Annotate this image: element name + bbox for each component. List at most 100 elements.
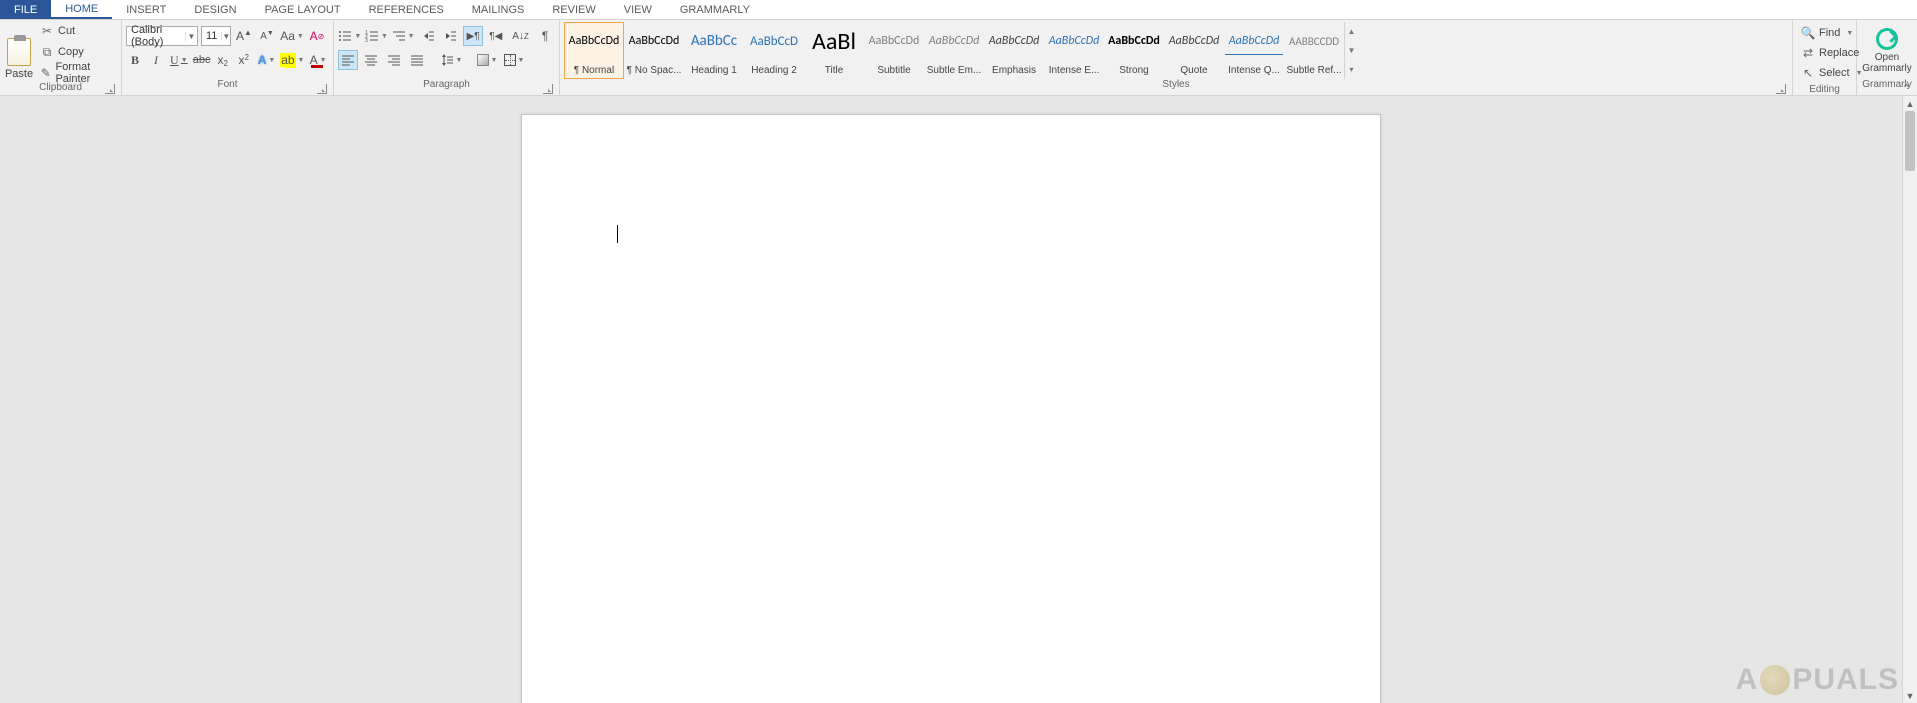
open-grammarly-button[interactable]: OpenGrammarly bbox=[1861, 22, 1913, 79]
multilevel-list-button[interactable]: ▼ bbox=[391, 26, 415, 46]
styles-row-up[interactable]: ▲ bbox=[1345, 22, 1358, 41]
font-color-button[interactable]: A▼ bbox=[307, 50, 329, 70]
scroll-down-button[interactable]: ▼ bbox=[1903, 688, 1917, 703]
copy-button[interactable]: ⧉ Copy bbox=[38, 43, 117, 61]
style-subtitle[interactable]: AaBbCcDdSubtitle bbox=[864, 22, 924, 79]
style-preview: AaBbCc bbox=[685, 27, 743, 55]
tab-insert[interactable]: INSERT bbox=[112, 0, 180, 19]
grammarly-icon bbox=[1876, 28, 1898, 50]
rtl-direction-button[interactable]: ¶◀ bbox=[486, 26, 506, 46]
watermark-text-b: PUALS bbox=[1792, 663, 1899, 697]
style-subtle-ref[interactable]: AABBCCDDSubtle Ref... bbox=[1284, 22, 1344, 79]
style-preview: AaBbCcDd bbox=[1045, 27, 1103, 55]
justify-button[interactable] bbox=[407, 50, 427, 70]
styles-more-control: ▲▼▾ bbox=[1344, 22, 1358, 79]
style-no-spac[interactable]: AaBbCcDd¶ No Spac... bbox=[624, 22, 684, 79]
line-spacing-button[interactable]: ▼ bbox=[439, 50, 463, 70]
numbering-button[interactable]: 123▼ bbox=[365, 26, 389, 46]
styles-expand[interactable]: ▾ bbox=[1345, 60, 1358, 79]
style-name-label: Quote bbox=[1180, 65, 1207, 76]
tab-references[interactable]: REFERENCES bbox=[355, 0, 458, 19]
style-name-label: Subtle Em... bbox=[927, 65, 981, 76]
borders-button[interactable]: ▼ bbox=[502, 50, 526, 70]
cut-button[interactable]: ✂Cut bbox=[38, 22, 117, 40]
style-intense-q[interactable]: AaBbCcDdIntense Q... bbox=[1224, 22, 1284, 79]
svg-text:3: 3 bbox=[365, 38, 368, 43]
style-strong[interactable]: AaBbCcDdStrong bbox=[1104, 22, 1164, 79]
bullets-button[interactable]: ▼ bbox=[338, 26, 362, 46]
ltr-direction-button[interactable]: ▶¶ bbox=[463, 26, 483, 46]
style-name-label: Intense E... bbox=[1049, 65, 1100, 76]
superscript-button[interactable]: x2 bbox=[235, 50, 253, 70]
tab-view[interactable]: VIEW bbox=[610, 0, 666, 19]
change-case-button[interactable]: Aa▼ bbox=[280, 26, 304, 46]
increase-indent-button[interactable] bbox=[441, 26, 461, 46]
scissors-icon: ✂ bbox=[40, 24, 54, 38]
replace-button[interactable]: ⇄Replace bbox=[1801, 44, 1863, 62]
text-cursor bbox=[617, 225, 618, 243]
italic-button[interactable]: I bbox=[147, 50, 165, 70]
format-painter-button[interactable]: ✎Format Painter bbox=[38, 64, 117, 82]
bold-button[interactable]: B bbox=[126, 50, 144, 70]
decrease-indent-button[interactable] bbox=[418, 26, 438, 46]
document-area bbox=[0, 96, 1902, 703]
style-heading-2[interactable]: AaBbCcDHeading 2 bbox=[744, 22, 804, 79]
clear-formatting-button[interactable]: A⊘ bbox=[307, 26, 327, 46]
paste-button[interactable]: Paste bbox=[4, 22, 34, 82]
style-title[interactable]: AaBlTitle bbox=[804, 22, 864, 79]
tab-design[interactable]: DESIGN bbox=[180, 0, 250, 19]
style-preview: AaBbCcDd bbox=[1225, 27, 1283, 55]
style-name-label: Subtitle bbox=[877, 65, 910, 76]
style-preview: AaBbCcDd bbox=[1105, 27, 1163, 55]
font-size-combo[interactable]: 11▼ bbox=[201, 26, 231, 46]
tab-file[interactable]: FILE bbox=[0, 0, 51, 19]
document-page[interactable] bbox=[521, 114, 1381, 703]
ribbon: Paste ✂Cut ⧉Copy ✎Format Painter Clipboa… bbox=[0, 20, 1917, 96]
subscript-button[interactable]: x2 bbox=[214, 50, 232, 70]
style-subtle-em[interactable]: AaBbCcDdSubtle Em... bbox=[924, 22, 984, 79]
scroll-up-button[interactable]: ▲ bbox=[1903, 96, 1917, 111]
text-effects-button[interactable]: A▼ bbox=[256, 50, 278, 70]
clipboard-dialog-launcher[interactable] bbox=[105, 84, 115, 94]
style-intense-e[interactable]: AaBbCcDd Intense E... bbox=[1044, 22, 1104, 79]
grammarly-open-line2: Grammarly bbox=[1862, 63, 1911, 74]
style-heading-1[interactable]: AaBbCcHeading 1 bbox=[684, 22, 744, 79]
style-emphasis[interactable]: AaBbCcDdEmphasis bbox=[984, 22, 1044, 79]
font-dialog-launcher[interactable] bbox=[317, 84, 327, 94]
tab-review[interactable]: REVIEW bbox=[538, 0, 609, 19]
grow-font-button[interactable]: A▲ bbox=[234, 26, 254, 46]
underline-button[interactable]: U▼ bbox=[168, 50, 190, 70]
tab-page-layout[interactable]: PAGE LAYOUT bbox=[251, 0, 355, 19]
find-icon: 🔍 bbox=[1801, 26, 1815, 40]
align-right-button[interactable] bbox=[384, 50, 404, 70]
font-size-value: 11 bbox=[202, 30, 221, 42]
vertical-scrollbar[interactable]: ▲ ▼ bbox=[1902, 96, 1917, 703]
sort-button[interactable]: A↓Z bbox=[509, 26, 533, 46]
shading-button[interactable]: ▼ bbox=[475, 50, 499, 70]
style-preview: AaBbCcDd bbox=[565, 27, 623, 55]
style-normal[interactable]: AaBbCcDd¶ Normal bbox=[564, 22, 624, 79]
font-group-label: Font bbox=[126, 79, 329, 95]
styles-dialog-launcher[interactable] bbox=[1776, 84, 1786, 94]
align-left-button[interactable] bbox=[338, 50, 358, 70]
font-name-combo[interactable]: Calibri (Body)▼ bbox=[126, 26, 198, 46]
copy-label: Copy bbox=[58, 46, 84, 58]
show-hide-marks-button[interactable]: ¶ bbox=[535, 26, 555, 46]
tab-home[interactable]: HOME bbox=[51, 0, 112, 19]
tab-mailings[interactable]: MAILINGS bbox=[458, 0, 539, 19]
style-quote[interactable]: AaBbCcDdQuote bbox=[1164, 22, 1224, 79]
strikethrough-button[interactable]: abc bbox=[193, 50, 211, 70]
paragraph-dialog-launcher[interactable] bbox=[543, 84, 553, 94]
scroll-thumb[interactable] bbox=[1905, 111, 1915, 171]
highlight-color-button[interactable]: ab▼ bbox=[280, 50, 304, 70]
select-button[interactable]: ↖Select▼ bbox=[1801, 64, 1863, 82]
align-center-button[interactable] bbox=[361, 50, 381, 70]
paragraph-group-label: Paragraph bbox=[338, 79, 555, 95]
styles-row-down[interactable]: ▼ bbox=[1345, 41, 1358, 60]
copy-icon: ⧉ bbox=[40, 45, 54, 59]
shrink-font-button[interactable]: A▼ bbox=[257, 26, 277, 46]
tab-grammarly[interactable]: GRAMMARLY bbox=[666, 0, 764, 19]
style-name-label: Emphasis bbox=[992, 65, 1036, 76]
find-button[interactable]: 🔍Find▼ bbox=[1801, 24, 1863, 42]
style-name-label: Heading 2 bbox=[751, 65, 797, 76]
